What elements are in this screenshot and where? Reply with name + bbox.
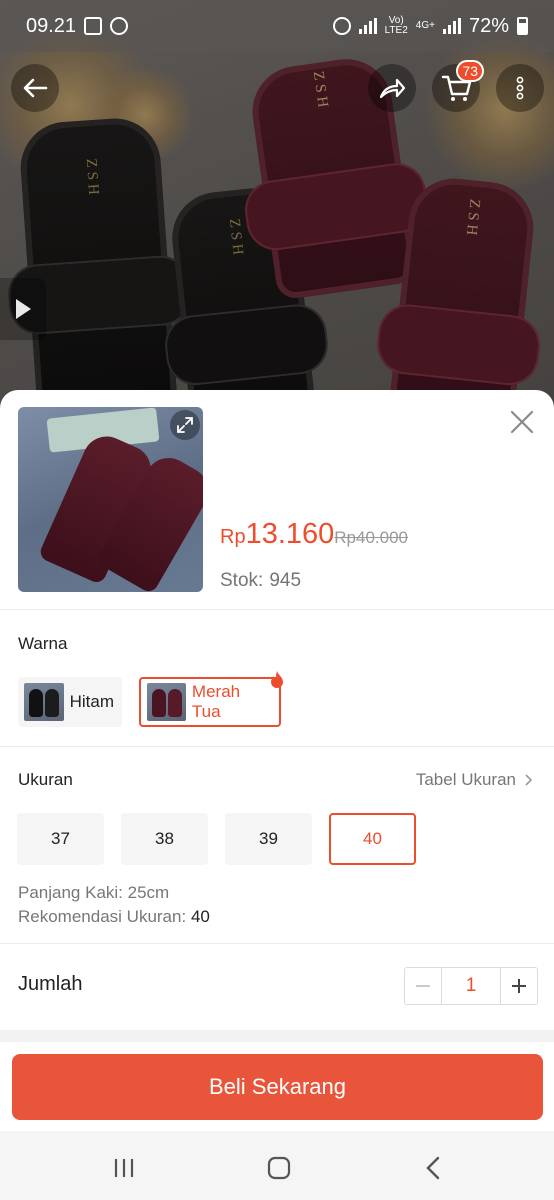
more-button[interactable] — [496, 64, 544, 112]
color-option-image — [147, 683, 186, 721]
chevron-left-icon — [426, 1156, 440, 1180]
size-section-label: Ukuran — [18, 770, 73, 789]
network-lte: LTE2 — [384, 25, 408, 36]
more-vertical-icon — [516, 76, 524, 100]
battery-percent: 72% — [468, 14, 509, 37]
chevron-right-icon — [525, 774, 533, 786]
color-option-hitam[interactable]: Hitam — [18, 677, 122, 727]
recent-apps-button[interactable] — [109, 1153, 139, 1183]
original-price-currency: Rp — [334, 528, 357, 547]
size-option-label: 39 — [259, 829, 278, 848]
expand-icon — [177, 417, 193, 433]
divider — [0, 943, 554, 944]
size-chart-link[interactable]: Tabel Ukuran — [416, 770, 534, 790]
color-option-label: Merah Tua — [191, 682, 241, 721]
video-play-button[interactable] — [0, 278, 46, 340]
size-option-40[interactable]: 40 — [329, 813, 416, 865]
network-indicator: Vo) LTE2 — [385, 16, 408, 36]
cart-button[interactable]: 73 — [432, 60, 484, 112]
size-option-38[interactable]: 38 — [121, 813, 208, 865]
back-arrow-icon — [23, 78, 48, 98]
color-option-merah-tua[interactable]: Merah Tua — [139, 677, 281, 727]
divider — [0, 746, 554, 747]
plus-icon — [512, 979, 526, 993]
color-option-image — [24, 683, 64, 721]
flame-icon — [271, 671, 283, 688]
signal-icon — [358, 18, 377, 34]
size-option-39[interactable]: 39 — [225, 813, 312, 865]
stock-info: Stok: 945 — [220, 570, 301, 592]
stock-value: 945 — [269, 570, 302, 591]
back-button[interactable] — [11, 64, 59, 112]
play-icon — [16, 299, 31, 319]
share-icon — [379, 78, 406, 99]
size-recommendation-value: 40 — [190, 907, 210, 926]
price-currency: Rp — [220, 526, 246, 548]
share-button[interactable] — [368, 64, 416, 112]
color-option-label: Hitam — [69, 692, 114, 711]
variant-selection-sheet: Rp 13.160 Rp 40.000 Stok: 945 Warna Hita… — [0, 390, 554, 1200]
foot-length-label: Panjang Kaki: — [18, 883, 123, 902]
price-value: 13.160 — [245, 518, 335, 550]
size-option-label: 37 — [51, 829, 70, 848]
size-option-37[interactable]: 37 — [17, 813, 104, 865]
size-option-label: 38 — [155, 829, 174, 848]
size-chart-label: Tabel Ukuran — [415, 770, 516, 789]
status-time: 09.21 — [26, 14, 77, 37]
size-option-label: 40 — [363, 829, 382, 848]
quantity-label: Jumlah — [18, 973, 83, 995]
original-price-value: 40.000 — [356, 528, 409, 547]
battery-icon — [517, 17, 528, 35]
home-icon — [267, 1156, 291, 1180]
foot-length-value: 25cm — [127, 883, 170, 902]
recent-apps-icon — [114, 1159, 134, 1177]
system-navigation-bar — [0, 1131, 554, 1200]
color-section-label: Warna — [18, 634, 68, 653]
network-type: 4G+ — [415, 20, 435, 31]
quantity-increase-button[interactable] — [501, 968, 537, 1004]
size-recommendation-info: Rekomendasi Ukuran: 40 — [18, 907, 210, 927]
expand-image-button[interactable] — [170, 410, 200, 440]
buy-now-button[interactable]: Beli Sekarang — [12, 1054, 543, 1120]
minus-icon — [416, 985, 430, 987]
alarm-icon — [332, 17, 351, 35]
close-icon — [510, 410, 534, 434]
cart-count-badge: 73 — [456, 60, 484, 82]
signal-icon-2 — [442, 18, 461, 34]
foot-length-info: Panjang Kaki: 25cm — [18, 883, 169, 903]
section-separator — [0, 1030, 554, 1042]
quantity-decrease-button[interactable] — [405, 968, 441, 1004]
quantity-stepper[interactable]: 1 — [404, 967, 538, 1005]
size-recommendation-label: Rekomendasi Ukuran: — [18, 907, 187, 926]
price-row: Rp 13.160 Rp 40.000 — [220, 518, 408, 551]
divider — [0, 609, 554, 610]
quantity-input[interactable]: 1 — [441, 968, 501, 1004]
whatsapp-icon — [110, 17, 129, 35]
system-back-button[interactable] — [419, 1153, 449, 1183]
close-button[interactable] — [506, 406, 538, 438]
status-bar: 09.21 Vo) LTE2 4G+ 72% — [0, 0, 554, 52]
stock-label: Stok: — [220, 570, 264, 591]
gallery-icon — [84, 17, 103, 35]
home-button[interactable] — [264, 1153, 294, 1183]
